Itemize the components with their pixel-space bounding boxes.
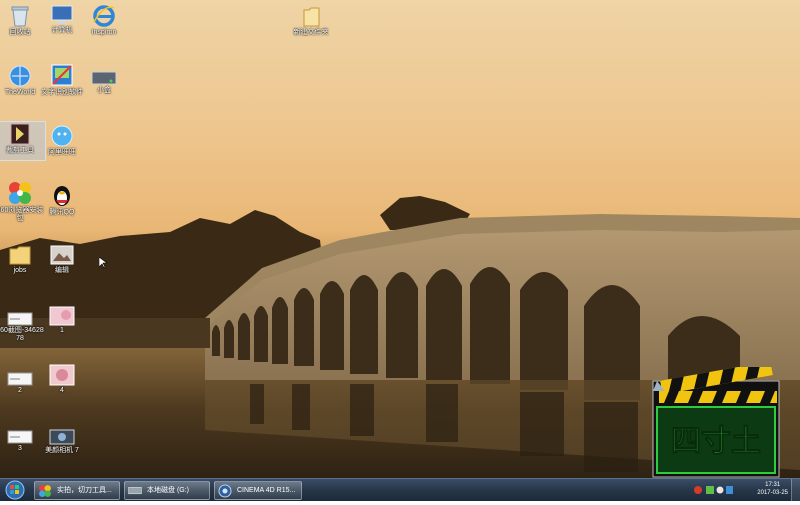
cinema4d-icon (218, 484, 232, 498)
camera-app-icon (49, 429, 75, 445)
image-file-icon (7, 372, 33, 386)
start-button[interactable] (2, 480, 28, 500)
taskbar-item-label: 本地磁盘 (G:) (147, 487, 189, 494)
desktop-icon-file-4[interactable]: 4 (37, 364, 87, 395)
desktop-icon-label: 编辑 (55, 267, 69, 274)
picture-app-icon (50, 245, 74, 265)
desktop-icon-label: 小盒 (97, 87, 111, 94)
taskbar-item-local-disk[interactable]: 本地磁盘 (G:) (124, 481, 210, 500)
desktop-icon-label: Inspiron (91, 29, 117, 36)
drive-icon (128, 487, 142, 495)
desktop-icon-qq[interactable]: 腾讯QQ (37, 182, 87, 217)
desktop-icon-new-folder[interactable]: 新建文件夹 (286, 6, 336, 37)
desktop-icon-xiaohe[interactable]: 小盒 (79, 68, 129, 95)
pinwheel-app-icon (9, 182, 31, 204)
image-file-icon (49, 306, 75, 326)
tray-icons (694, 486, 733, 494)
show-desktop-button[interactable] (791, 479, 800, 501)
desktop-icon-label: 阿里旺旺 (48, 149, 76, 156)
desktop-icon-label: 新建文件夹 (293, 29, 329, 36)
taskbar-clock[interactable]: 17:31 2017-03-25 (757, 481, 788, 497)
mouse-cursor-icon (99, 257, 107, 269)
folder-icon (9, 246, 31, 265)
clock-date: 2017-03-25 (757, 490, 788, 496)
desktop-icon-label: 4 (60, 387, 64, 394)
desktop-icon-internet-explorer[interactable]: Inspiron (79, 4, 129, 37)
internet-explorer-icon (93, 5, 115, 27)
recycle-bin-icon (11, 6, 29, 27)
tray-network-icon[interactable] (706, 486, 714, 494)
cutting-tool-icon (10, 123, 30, 145)
tray-app-icon[interactable] (694, 486, 702, 494)
desktop: 回收站 TheWorld 裁剪工具 360浏览器安装包 jobs 360截图-3… (0, 0, 800, 478)
qq-penguin-icon (54, 186, 70, 206)
tray-volume-icon[interactable] (716, 486, 724, 494)
channel-logo: 四寸土 (651, 361, 781, 478)
ocr-app-icon (51, 64, 73, 86)
folder-icon (303, 7, 320, 27)
system-tray: 17:31 2017-03-25 (690, 479, 800, 501)
logo-text: 四寸土 (671, 424, 761, 459)
windows-start-icon (5, 480, 25, 500)
theworld-browser-icon (9, 65, 31, 87)
computer-icon (51, 5, 73, 24)
desktop-icon-editor[interactable]: 编辑 (37, 244, 87, 275)
aliwangwang-icon (51, 125, 73, 147)
desktop-icon-label: 美颜相机 7 (45, 447, 79, 454)
image-file-icon (49, 364, 75, 386)
taskbar-item-cinema4d[interactable]: CINEMA 4D R15... (214, 481, 302, 500)
desktop-icon-file-1[interactable]: 1 (37, 306, 87, 335)
taskbar: 实拍，切刀工具... 本地磁盘 (G:) CINEMA 4D R15... 17… (0, 478, 800, 501)
tray-flag-icon[interactable] (726, 486, 733, 494)
taskbar-item-browser[interactable]: 实拍，切刀工具... (34, 481, 120, 500)
desktop-icon-beauty-camera[interactable]: 美颜相机 7 (37, 428, 87, 455)
image-file-icon (7, 312, 33, 326)
desktop-icon-label: 腾讯QQ (49, 209, 75, 216)
drive-icon (91, 71, 117, 85)
clock-time: 17:31 (765, 482, 781, 488)
taskbar-item-label: 实拍，切刀工具... (57, 487, 112, 494)
pinwheel-app-icon (39, 485, 51, 497)
desktop-icon-aliwangwang[interactable]: 阿里旺旺 (37, 124, 87, 157)
image-file-icon (7, 430, 33, 444)
desktop-icon-label: 1 (60, 327, 64, 334)
taskbar-item-label: CINEMA 4D R15... (237, 487, 296, 494)
